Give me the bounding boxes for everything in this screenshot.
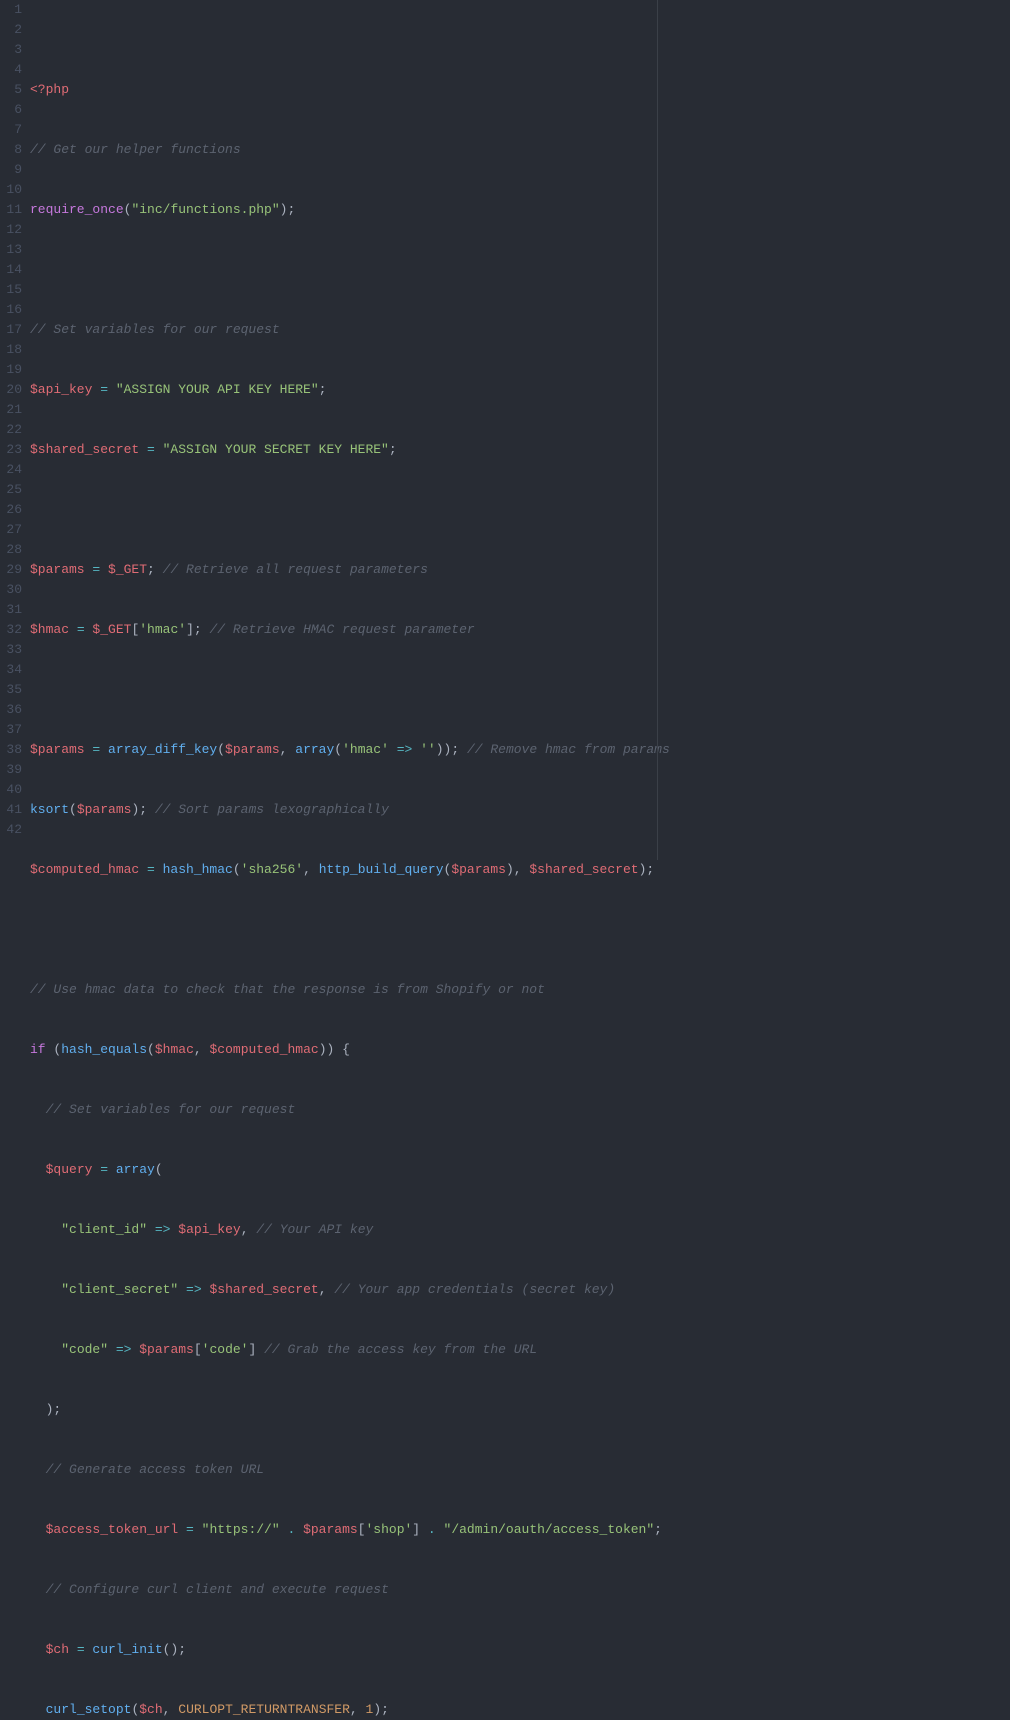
code-line[interactable]: if (hash_equals($hmac, $computed_hmac)) … (30, 1040, 1010, 1060)
line-number: 42 (0, 820, 22, 840)
line-number: 30 (0, 580, 22, 600)
line-number: 40 (0, 780, 22, 800)
code-line[interactable]: $shared_secret = "ASSIGN YOUR SECRET KEY… (30, 440, 1010, 460)
line-number: 20 (0, 380, 22, 400)
code-line[interactable]: ksort($params); // Sort params lexograph… (30, 800, 1010, 820)
line-number: 41 (0, 800, 22, 820)
code-line[interactable]: // Get our helper functions (30, 140, 1010, 160)
line-number: 39 (0, 760, 22, 780)
code-line[interactable]: $ch = curl_init(); (30, 1640, 1010, 1660)
code-line[interactable]: "code" => $params['code'] // Grab the ac… (30, 1340, 1010, 1360)
line-number: 33 (0, 640, 22, 660)
line-number: 28 (0, 540, 22, 560)
code-line[interactable]: $api_key = "ASSIGN YOUR API KEY HERE"; (30, 380, 1010, 400)
code-line[interactable]: $params = $_GET; // Retrieve all request… (30, 560, 1010, 580)
line-number: 36 (0, 700, 22, 720)
line-number: 17 (0, 320, 22, 340)
line-number: 19 (0, 360, 22, 380)
code-line[interactable]: // Generate access token URL (30, 1460, 1010, 1480)
line-number: 26 (0, 500, 22, 520)
code-line[interactable] (30, 920, 1010, 940)
code-line[interactable]: $params = array_diff_key($params, array(… (30, 740, 1010, 760)
line-number: 8 (0, 140, 22, 160)
line-number: 9 (0, 160, 22, 180)
line-number: 3 (0, 40, 22, 60)
column-ruler (657, 0, 658, 860)
line-number: 34 (0, 660, 22, 680)
line-number: 4 (0, 60, 22, 80)
line-number: 6 (0, 100, 22, 120)
line-number: 12 (0, 220, 22, 240)
code-line[interactable]: <?php (30, 80, 1010, 100)
line-number: 5 (0, 80, 22, 100)
line-number: 13 (0, 240, 22, 260)
code-line[interactable]: require_once("inc/functions.php"); (30, 200, 1010, 220)
line-number: 2 (0, 20, 22, 40)
line-number: 11 (0, 200, 22, 220)
line-number: 29 (0, 560, 22, 580)
line-number: 37 (0, 720, 22, 740)
line-number: 16 (0, 300, 22, 320)
line-number: 15 (0, 280, 22, 300)
line-number: 10 (0, 180, 22, 200)
code-line[interactable]: $hmac = $_GET['hmac']; // Retrieve HMAC … (30, 620, 1010, 640)
line-number: 21 (0, 400, 22, 420)
line-number: 32 (0, 620, 22, 640)
line-number-gutter: 1 2 3 4 5 6 7 8 9 10 11 12 13 14 15 16 1… (0, 0, 30, 860)
code-line[interactable]: curl_setopt($ch, CURLOPT_RETURNTRANSFER,… (30, 1700, 1010, 1720)
line-number: 7 (0, 120, 22, 140)
line-number: 24 (0, 460, 22, 480)
line-number: 1 (0, 0, 22, 20)
code-line[interactable]: // Configure curl client and execute req… (30, 1580, 1010, 1600)
line-number: 23 (0, 440, 22, 460)
code-line[interactable]: $query = array( (30, 1160, 1010, 1180)
code-line[interactable] (30, 260, 1010, 280)
line-number: 14 (0, 260, 22, 280)
code-line[interactable]: // Set variables for our request (30, 1100, 1010, 1120)
line-number: 22 (0, 420, 22, 440)
code-editor[interactable]: 1 2 3 4 5 6 7 8 9 10 11 12 13 14 15 16 1… (0, 0, 1010, 860)
line-number: 38 (0, 740, 22, 760)
line-number: 18 (0, 340, 22, 360)
code-line[interactable]: $computed_hmac = hash_hmac('sha256', htt… (30, 860, 1010, 880)
code-line[interactable]: // Set variables for our request (30, 320, 1010, 340)
code-line[interactable] (30, 680, 1010, 700)
code-area[interactable]: <?php // Get our helper functions requir… (30, 0, 1010, 860)
code-line[interactable]: ); (30, 1400, 1010, 1420)
line-number: 31 (0, 600, 22, 620)
code-line[interactable]: "client_secret" => $shared_secret, // Yo… (30, 1280, 1010, 1300)
code-line[interactable]: $access_token_url = "https://" . $params… (30, 1520, 1010, 1540)
code-line[interactable] (30, 500, 1010, 520)
line-number: 27 (0, 520, 22, 540)
line-number: 35 (0, 680, 22, 700)
code-line[interactable]: // Use hmac data to check that the respo… (30, 980, 1010, 1000)
line-number: 25 (0, 480, 22, 500)
code-line[interactable]: "client_id" => $api_key, // Your API key (30, 1220, 1010, 1240)
